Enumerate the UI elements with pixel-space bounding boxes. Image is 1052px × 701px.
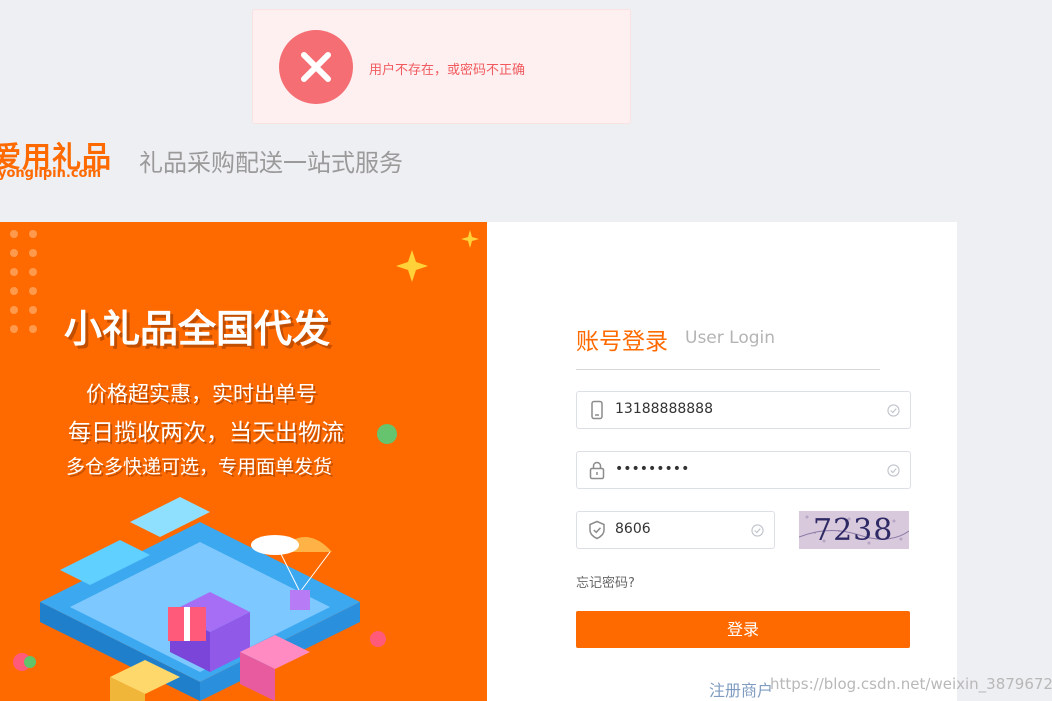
phone-field[interactable]: 13188888888 [576, 391, 911, 429]
login-title: 账号登录 [576, 329, 668, 355]
captcha-value: 8606 [615, 521, 651, 537]
shield-check-icon [589, 520, 605, 540]
close-icon [279, 30, 353, 104]
captcha-image[interactable]: 7238 [799, 511, 909, 549]
check-circle-icon [887, 464, 900, 477]
password-field[interactable]: ••••••••• [576, 451, 911, 489]
banner-headline: 小礼品全国代发 [64, 307, 331, 351]
lock-icon [589, 461, 605, 480]
login-panel: 账号登录 User Login 13188888888 ••••••••• 86… [487, 222, 957, 701]
login-subtitle: User Login [685, 328, 776, 348]
banner-line-2: 每日揽收两次，当天出物流 [68, 420, 344, 446]
captcha-code: 7238 [813, 513, 894, 548]
banner-line-1: 价格超实惠，实时出单号 [86, 382, 317, 406]
check-circle-icon [887, 404, 900, 417]
captcha-field[interactable]: 8606 [576, 511, 775, 549]
toast-message: 用户不存在，或密码不正确 [369, 63, 526, 78]
phone-value: 13188888888 [615, 401, 713, 417]
forgot-password-link[interactable]: 忘记密码? [576, 572, 635, 591]
password-value: ••••••••• [615, 461, 690, 477]
title-divider [576, 369, 880, 370]
site-tagline: 礼品采购配送一站式服务 [139, 149, 403, 177]
login-button[interactable]: 登录 [576, 611, 910, 648]
register-merchant-link[interactable]: 注册商户 [709, 677, 773, 701]
brand-logo-domain: yonglipin.com [0, 166, 102, 181]
mobile-phone-icon [591, 400, 603, 420]
promo-banner: 小礼品全国代发 价格超实惠，实时出单号 每日揽收两次，当天出物流 多仓多快递可选… [0, 222, 487, 701]
error-toast: 用户不存在，或密码不正确 [252, 9, 631, 124]
check-circle-icon [751, 524, 764, 537]
watermark: https://blog.csdn.net/weixin_38796720 [770, 675, 1052, 693]
banner-line-3: 多仓多快递可选，专用面单发货 [66, 456, 333, 478]
